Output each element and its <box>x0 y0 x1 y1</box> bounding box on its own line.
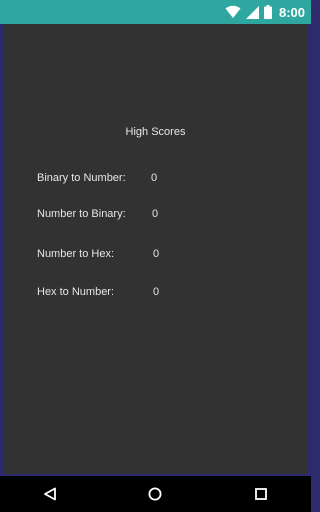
score-label-number-to-binary: Number to Binary: <box>37 208 126 220</box>
home-icon[interactable] <box>145 484 165 504</box>
score-label-number-to-hex: Number to Hex: <box>37 248 115 260</box>
score-label-hex-to-number: Hex to Number: <box>37 286 115 298</box>
navigation-bar <box>0 476 311 512</box>
status-icons: 8:00 <box>225 3 305 21</box>
high-scores-screen: High Scores Binary to Number: 0 Number t… <box>3 24 308 474</box>
page-title: High Scores <box>125 126 186 138</box>
score-value-number-to-hex: 0 <box>153 248 160 260</box>
back-icon[interactable] <box>40 484 60 504</box>
score-label-binary-to-number: Binary to Number: <box>37 172 126 184</box>
status-time: 8:00 <box>278 4 305 20</box>
score-value-hex-to-number: 0 <box>153 286 160 298</box>
score-value-binary-to-number: 0 <box>151 172 158 184</box>
status-bar: 8:00 <box>0 0 311 24</box>
wifi-icon <box>225 5 241 19</box>
recents-icon[interactable] <box>251 484 271 504</box>
score-value-number-to-binary: 0 <box>152 208 159 220</box>
cellular-signal-icon <box>245 5 259 19</box>
battery-icon <box>263 5 272 19</box>
